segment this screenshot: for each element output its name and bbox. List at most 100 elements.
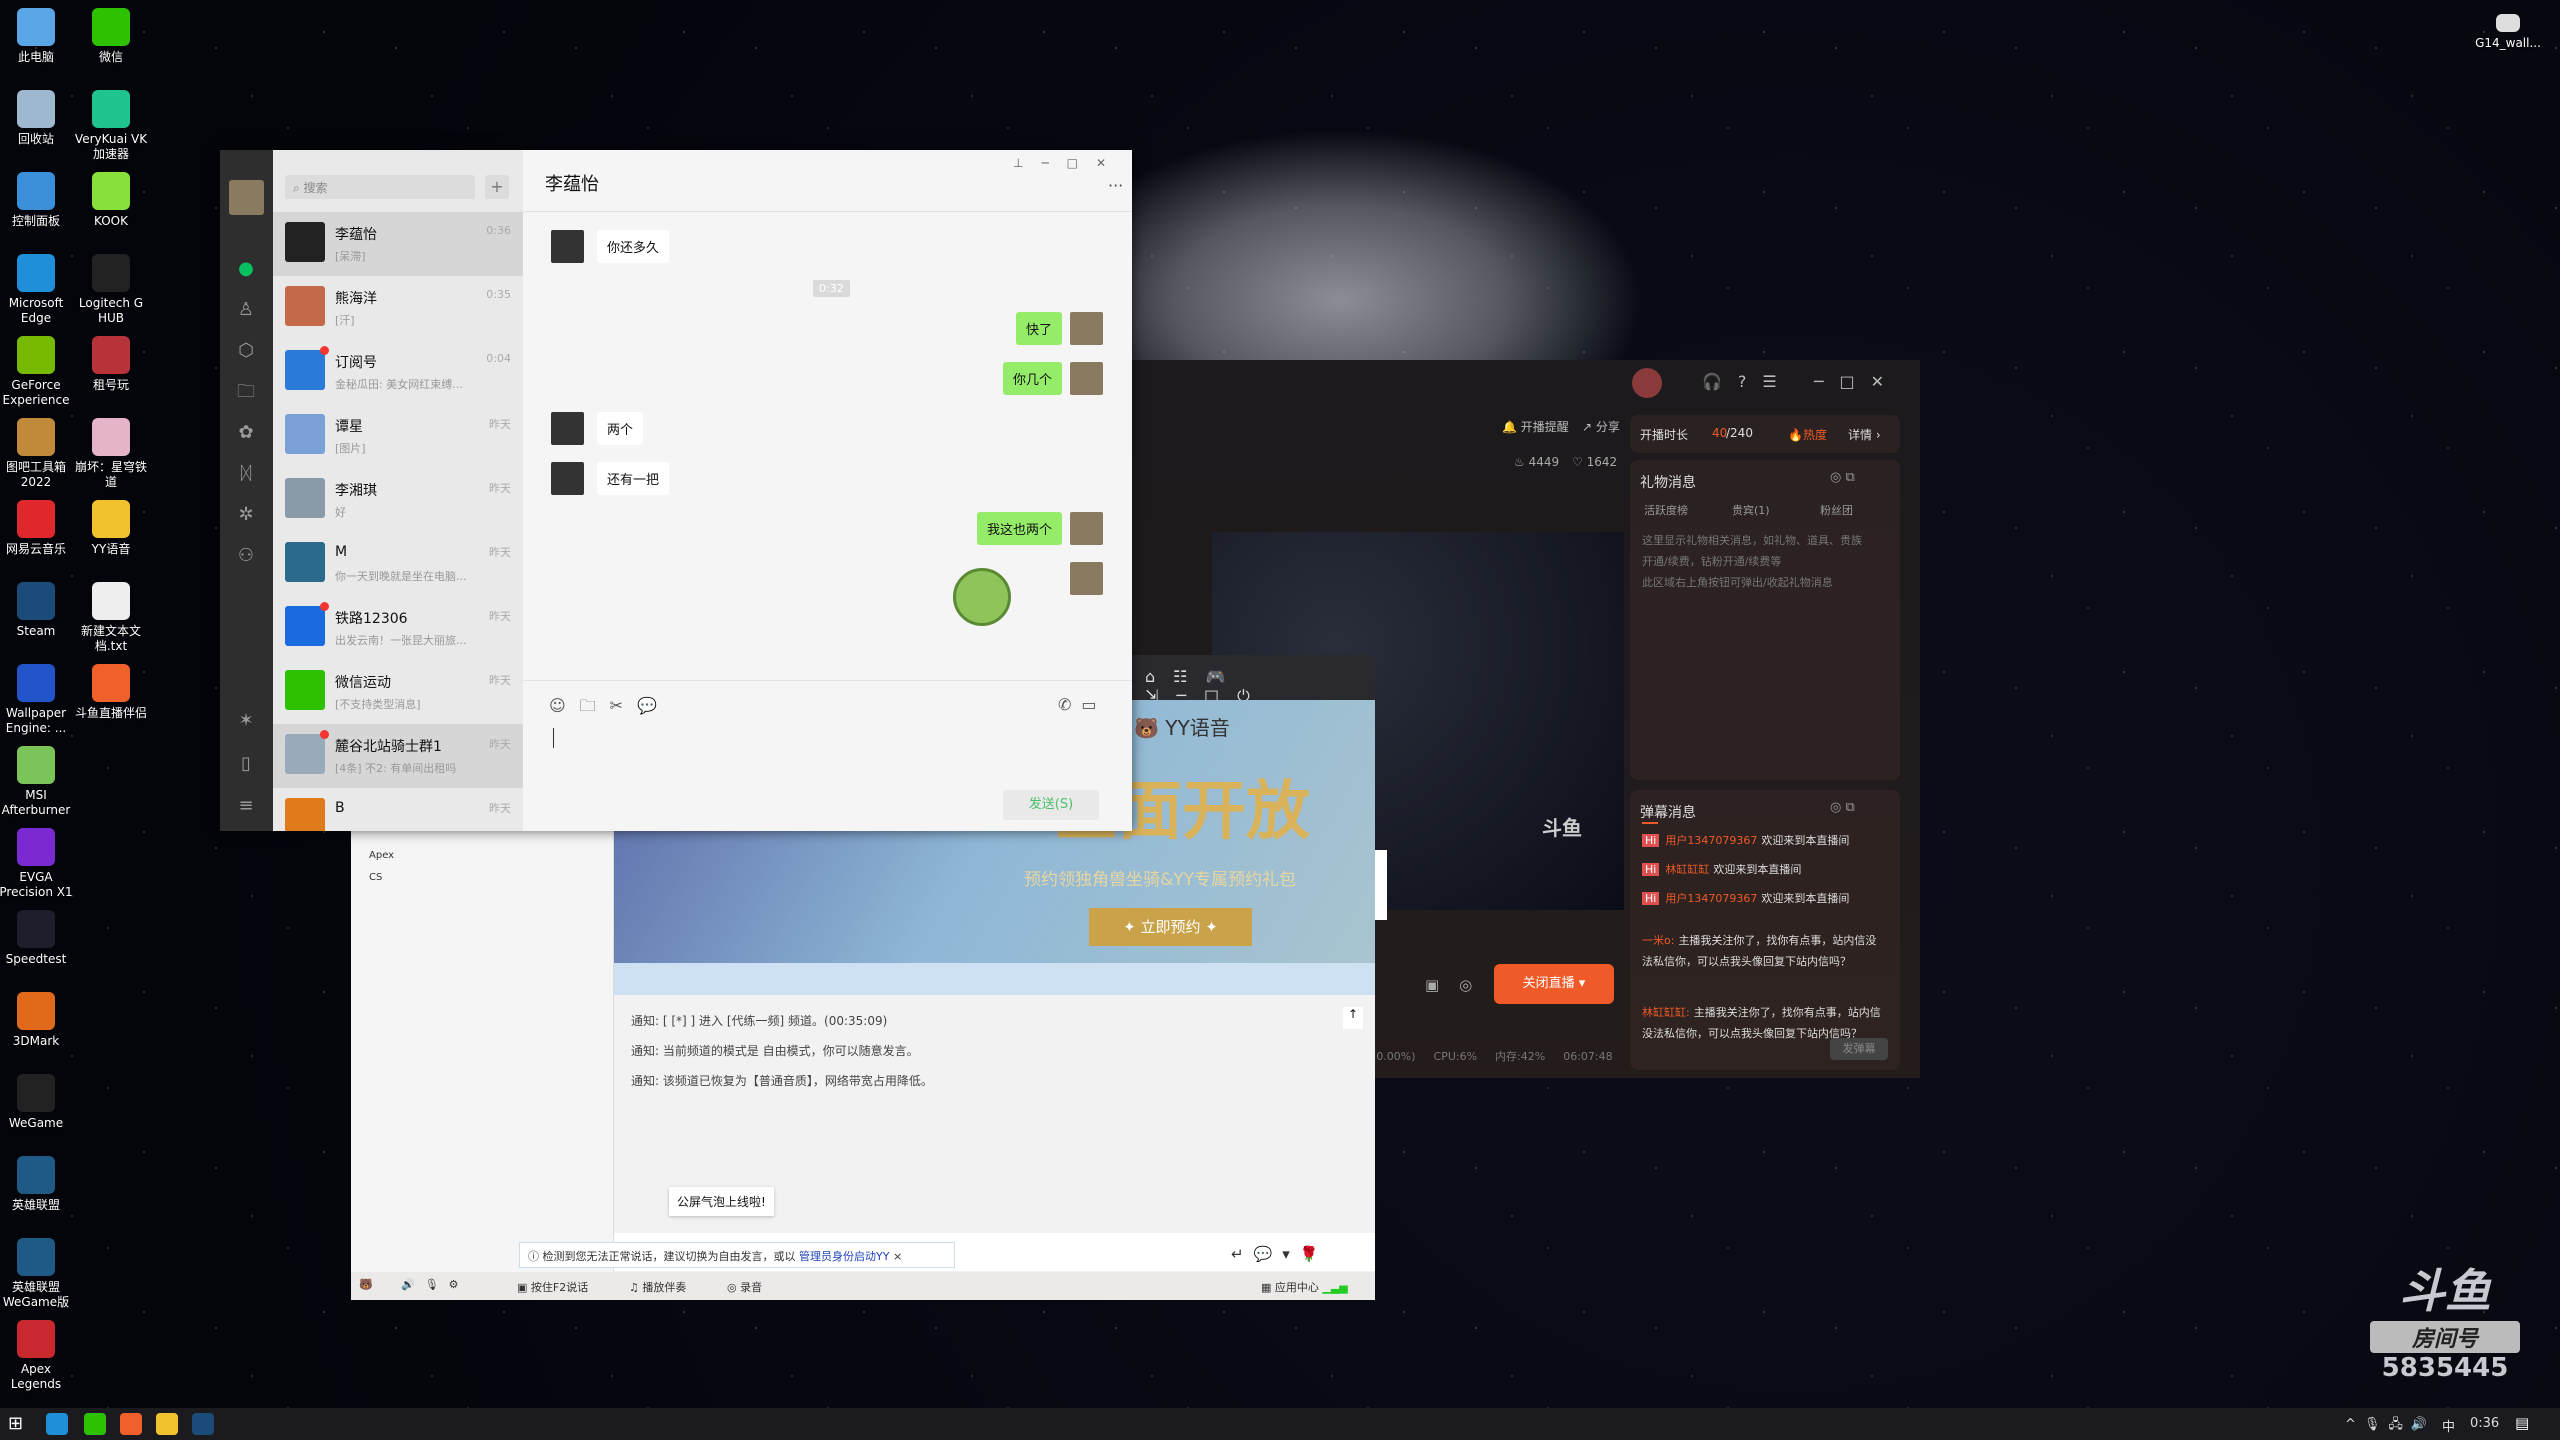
system-tray[interactable]: ^🎙🖧🔊 — [2345, 1415, 2435, 1437]
desktop-icon[interactable]: Speedtest — [0, 910, 74, 967]
desktop-icon[interactable]: 图吧工具箱 2022 — [0, 418, 74, 490]
taskbar-wechat[interactable] — [84, 1413, 106, 1435]
close-icon[interactable]: × — [893, 1250, 902, 1263]
username[interactable]: 林缸缸缸: — [1642, 1006, 1690, 1019]
chat-list-item[interactable]: 熊海洋 [汗] 0:35 — [273, 276, 523, 340]
taskbar-douyu[interactable] — [120, 1413, 142, 1435]
search-input[interactable]: ⌕ 搜索 — [285, 175, 475, 199]
gift-settings-icons[interactable]: ◎ ⧉ — [1830, 470, 1855, 485]
desktop-icon[interactable]: MSI Afterburner — [0, 746, 74, 818]
chat-list-item[interactable]: 李湘琪好 昨天 — [273, 468, 523, 532]
desktop-icon[interactable]: Apex Legends — [0, 1320, 74, 1392]
moments-icon[interactable]: ✿ — [235, 422, 257, 444]
desktop-icon-wallpaper[interactable]: G14_wall... — [2470, 14, 2546, 51]
desktop-icon[interactable]: Steam — [0, 582, 74, 639]
desktop-icon[interactable]: Wallpaper Engine: ... — [0, 664, 74, 736]
send-button[interactable]: 发送(S) — [1003, 790, 1099, 820]
push-to-talk-button[interactable]: ▣ 按住F2说话 — [517, 1279, 588, 1295]
desktop-icon[interactable]: 3DMark — [0, 992, 74, 1049]
desktop-icon[interactable]: 网易云音乐 — [0, 500, 74, 557]
call-buttons[interactable]: ✆▭ — [1058, 695, 1107, 714]
desktop-icon[interactable]: YY语音 — [73, 500, 149, 557]
desktop-icon[interactable]: EVGA Precision X1 — [0, 828, 74, 900]
user-avatar[interactable] — [229, 180, 264, 215]
desktop-icon[interactable]: 回收站 — [0, 90, 74, 147]
admin-launch-link[interactable]: 管理员身份启动YY — [799, 1250, 889, 1263]
chat-list-item[interactable]: 微信运动 [不支持类型消息] 昨天 — [273, 660, 523, 724]
username[interactable]: 用户1347079367 — [1665, 834, 1757, 847]
desktop-icon[interactable]: 此电脑 — [0, 8, 74, 65]
desktop-icon[interactable]: 新建文本文档.txt — [73, 582, 149, 654]
ime-indicator[interactable]: 中 — [2442, 1416, 2455, 1435]
reserve-button[interactable]: ✦ 立即预约 ✦ — [1089, 908, 1252, 946]
desktop-icon[interactable]: 租号玩 — [73, 336, 149, 393]
chat-icon[interactable]: ● — [235, 258, 257, 280]
more-button[interactable]: ··· — [1108, 176, 1123, 195]
desktop-icon[interactable]: 英雄联盟 WeGame版 — [0, 1238, 74, 1310]
audio-controls[interactable]: 🔊🎙⚙ — [401, 1278, 469, 1291]
chat-list-item[interactable]: B 昨天 — [273, 788, 523, 831]
music-button[interactable]: ♫ 播放伴奏 — [629, 1279, 686, 1295]
username[interactable]: 林缸缸缸 — [1665, 863, 1709, 876]
desktop-icon[interactable]: 控制面板 — [0, 172, 74, 229]
yy-toolbar[interactable]: ⌂☷🎮⇲─□⏻ — [1131, 655, 1375, 705]
stop-live-button[interactable]: 关闭直播 ▾ — [1494, 964, 1614, 1004]
channel-item[interactable]: CS — [369, 872, 382, 883]
desktop-icon[interactable]: 微信 — [73, 8, 149, 65]
contacts-icon[interactable]: ♙ — [235, 299, 257, 321]
chat-list-item[interactable]: 订阅号 金秘瓜田: 美女网红束缚... 0:04 — [273, 340, 523, 404]
desktop-icon[interactable]: 斗鱼直播伴侣 — [73, 664, 149, 721]
window-controls[interactable]: 🎧?☰ ─□✕ — [1702, 372, 1900, 391]
clock[interactable]: 0:36 — [2470, 1416, 2499, 1431]
send-danmu-button[interactable]: 发弹幕 — [1830, 1038, 1888, 1060]
desktop-icon[interactable]: KOOK — [73, 172, 149, 229]
desktop-icon[interactable]: Microsoft Edge — [0, 254, 74, 326]
desktop-icon[interactable]: GeForce Experience — [0, 336, 74, 408]
menu-icon[interactable]: ≡ — [235, 795, 257, 817]
notification-icon[interactable]: ▤ — [2515, 1414, 2529, 1432]
favorites-icon[interactable]: ⬡ — [235, 340, 257, 362]
remind-button[interactable]: 🔔 开播提醒 — [1502, 418, 1569, 435]
heat-label[interactable]: 🔥热度 — [1788, 426, 1827, 443]
start-button[interactable]: ⊞ — [8, 1413, 30, 1435]
chat-list-item[interactable]: 李蕴怡 [呆滞] 0:36 — [273, 212, 523, 276]
desktop-icon[interactable]: 英雄联盟 — [0, 1156, 74, 1213]
avatar[interactable] — [1632, 368, 1662, 398]
taskbar-edge[interactable] — [46, 1413, 68, 1435]
miniprogram-icon[interactable]: ✶ — [235, 710, 257, 732]
desktop-icon[interactable]: 崩坏：星穹铁道 — [73, 418, 149, 490]
add-button[interactable]: + — [485, 175, 509, 199]
gift-tab[interactable]: 粉丝团 — [1820, 502, 1853, 518]
gift-tab[interactable]: 活跃度榜 — [1644, 502, 1688, 518]
chat-list-item[interactable]: 铁路12306 出发云南！一张昆大丽旅... 昨天 — [273, 596, 523, 660]
danmu-settings-icons[interactable]: ◎ ⧉ — [1830, 800, 1855, 815]
camera-settings-icons[interactable]: ▣◎ — [1425, 976, 1492, 994]
search-mini-icon[interactable]: ✲ — [235, 504, 257, 526]
input-toolbar[interactable]: ☺🗀✂💬 — [549, 695, 671, 722]
files-icon[interactable]: 🗀 — [235, 381, 257, 403]
taskbar-steam[interactable] — [192, 1413, 214, 1435]
app-center-button[interactable]: ▦ 应用中心 ▁▃▅ — [1261, 1279, 1348, 1295]
taskbar-yy[interactable] — [156, 1413, 178, 1435]
input-actions[interactable]: ↵💬▾🌹 — [1231, 1245, 1328, 1263]
desktop-icon[interactable]: WeGame — [0, 1074, 74, 1131]
gift-tab[interactable]: 贵宾(1) — [1732, 502, 1770, 518]
scroll-top-button[interactable]: ↑ — [1343, 1007, 1363, 1029]
live-icon[interactable]: ⚇ — [235, 545, 257, 567]
chat-list-item[interactable]: M 你一天到晚就是坐在电脑... 昨天 — [273, 532, 523, 596]
text-cursor[interactable] — [553, 728, 554, 748]
channel-item[interactable]: Apex — [369, 850, 394, 861]
desktop-icon[interactable]: Logitech G HUB — [73, 254, 149, 326]
window-controls[interactable]: ⊥─□✕ — [1013, 156, 1124, 170]
details-link[interactable]: 详情 › — [1848, 426, 1881, 443]
phone-icon[interactable]: ▯ — [235, 753, 257, 775]
record-button[interactable]: ◎ 录音 — [727, 1279, 762, 1295]
share-button[interactable]: ↗ 分享 — [1582, 418, 1620, 435]
yy-avatar-icon[interactable]: 🐻 — [359, 1278, 373, 1291]
chat-list-item[interactable]: 谭星 [图片] 昨天 — [273, 404, 523, 468]
username[interactable]: 用户1347079367 — [1665, 892, 1757, 905]
chat-list-item[interactable]: 麓谷北站骑士群1 [4条] 不2: 有单间出租吗 昨天 — [273, 724, 523, 788]
username[interactable]: 一米o: — [1642, 934, 1674, 947]
channels-icon[interactable]: ᛞ — [235, 463, 257, 485]
desktop-icon[interactable]: VeryKuai VK 加速器 — [73, 90, 149, 162]
